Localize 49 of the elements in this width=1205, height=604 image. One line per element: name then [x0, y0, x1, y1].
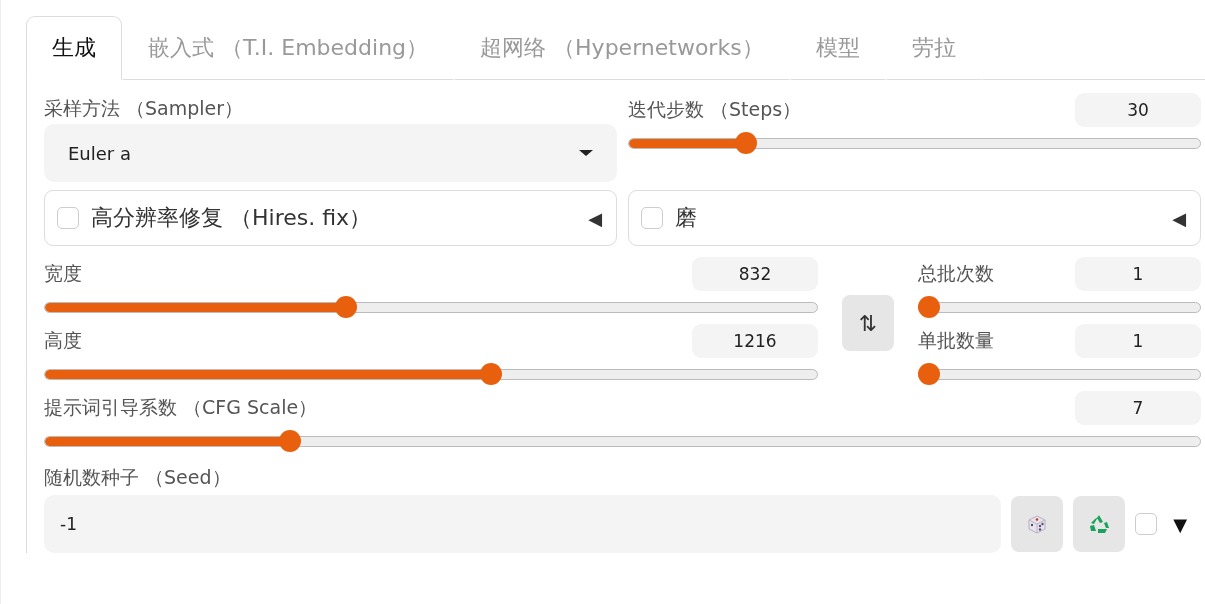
expand-toggle[interactable]: ▼	[1173, 513, 1187, 535]
dice-icon	[1026, 513, 1049, 535]
slider-track[interactable]	[44, 369, 818, 380]
field-label: 采样方法 （Sampler）	[44, 96, 245, 121]
slider-label: 迭代步数 （Steps）	[628, 97, 802, 122]
slider[interactable]	[628, 132, 1201, 154]
slider-label: 高度	[44, 328, 82, 353]
number-field[interactable]: 30	[1075, 93, 1201, 127]
slider-track[interactable]	[44, 302, 818, 313]
recycle-button[interactable]	[1073, 496, 1126, 552]
checkbox[interactable]	[1135, 513, 1158, 535]
slider-track[interactable]	[628, 138, 1201, 149]
slider-thumb[interactable]	[918, 296, 940, 318]
number-field[interactable]: 7	[1075, 391, 1201, 425]
checkbox[interactable]	[641, 207, 663, 229]
accordion-label: 高分辨率修复 （Hires. fix）	[91, 204, 373, 232]
accordion-header[interactable]: 磨 ◀	[628, 190, 1201, 246]
caret-icon	[579, 150, 593, 156]
number-field[interactable]: 1	[1075, 257, 1201, 291]
checkbox[interactable]	[57, 207, 79, 229]
number-field[interactable]: 1	[1075, 324, 1201, 358]
slider[interactable]	[918, 296, 1201, 318]
slider[interactable]	[918, 363, 1201, 385]
dice-button[interactable]	[1011, 496, 1064, 552]
slider-label: 提示词引导系数 （CFG Scale）	[44, 395, 318, 420]
slider[interactable]	[44, 430, 1201, 452]
slider-label: 宽度	[44, 261, 82, 286]
tab[interactable]: 生成	[26, 16, 122, 80]
slider-label: 总批次数	[918, 261, 994, 286]
expand-toggle[interactable]: ◀	[1172, 207, 1186, 229]
slider-thumb[interactable]	[918, 363, 940, 385]
slider-track[interactable]	[44, 436, 1201, 447]
slider-thumb[interactable]	[279, 430, 302, 452]
expand-toggle[interactable]: ◀	[588, 207, 602, 229]
seed-field[interactable]: -1	[44, 495, 1002, 553]
slider-thumb[interactable]	[735, 132, 758, 154]
slider-thumb[interactable]	[480, 363, 503, 385]
recycle-icon	[1087, 513, 1112, 535]
accordion-header[interactable]: 高分辨率修复 （Hires. fix） ◀	[44, 190, 617, 246]
sampler-dropdown[interactable]: Euler a	[44, 124, 617, 182]
slider-label: 单批数量	[918, 328, 994, 353]
swap-button[interactable]: ⇅	[842, 295, 894, 351]
accordion-label: 磨	[675, 204, 698, 232]
number-field[interactable]: 832	[692, 257, 818, 291]
slider[interactable]	[44, 296, 818, 318]
field-label: 随机数种子 （Seed）	[44, 465, 232, 490]
number-field[interactable]: 1216	[692, 324, 818, 358]
slider-thumb[interactable]	[334, 296, 357, 318]
slider[interactable]	[44, 363, 818, 385]
